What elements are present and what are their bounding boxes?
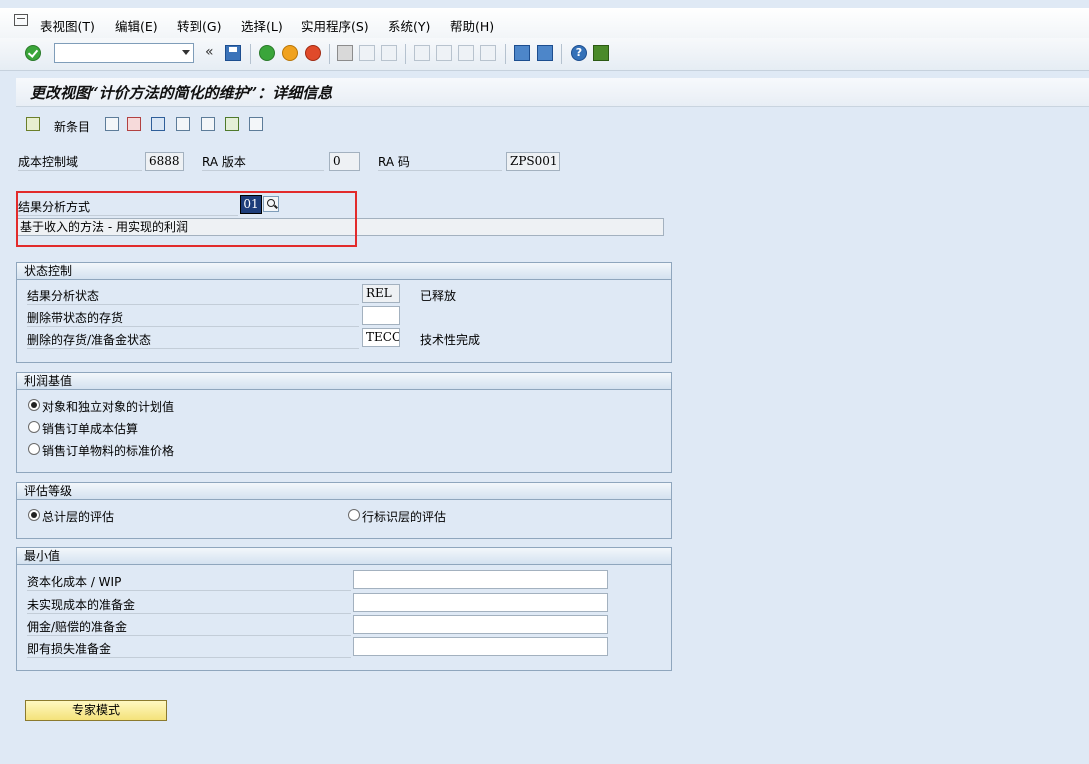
- highlight-box: [16, 191, 357, 247]
- chevron-down-icon[interactable]: [182, 50, 190, 55]
- ra-version-label: RA 版本: [202, 153, 324, 171]
- menu-utilities[interactable]: 实用程序(S): [301, 16, 369, 35]
- page-title: 更改视图“计价方法的简化的维护”：详细信息: [30, 84, 333, 102]
- standard-price-label: 销售订单物料的标准价格: [42, 444, 175, 458]
- menu-table-view[interactable]: 表视图(T): [40, 16, 95, 35]
- content-area: 成本控制域 6888 RA 版本 0 RA 码 ZPS001 结果分析方式 01…: [16, 140, 1089, 764]
- last-page-icon[interactable]: [480, 45, 496, 61]
- ra-version-field: 0: [329, 152, 360, 171]
- toolbar-separator: [329, 44, 330, 64]
- plan-values-label: 对象和独立对象的计划值: [42, 400, 175, 414]
- menu-edit[interactable]: 编辑(E): [115, 16, 158, 35]
- profit-basis-group: 利润基值 对象和独立对象的计划值 销售订单成本估算 销售订单物料的标准价格: [16, 372, 672, 473]
- previous-page-icon[interactable]: [436, 45, 452, 61]
- commission-reserve-input[interactable]: [353, 615, 608, 634]
- previous-entry-icon[interactable]: [176, 117, 190, 131]
- toolbar-separator: [505, 44, 506, 64]
- capitalized-cost-label: 资本化成本 / WIP: [27, 573, 351, 591]
- status-control-group: 状态控制 结果分析状态 REL 已释放 删除带状态的存货 删除的存货/准备金状态…: [16, 262, 672, 363]
- new-session-icon[interactable]: [514, 45, 530, 61]
- radio-plan-values[interactable]: [28, 399, 40, 411]
- valuation-level-title: 评估等级: [17, 483, 671, 500]
- select-all-icon[interactable]: [225, 117, 239, 131]
- title-bar: 更改视图“计价方法的简化的维护”：详细信息: [16, 78, 1089, 107]
- delete-inventory-label: 删除带状态的存货: [27, 309, 359, 327]
- choose-icon[interactable]: [249, 117, 263, 131]
- application-toolbar: 新条目: [16, 112, 1089, 138]
- deleted-reserve-field[interactable]: TECO: [362, 328, 400, 347]
- menu-icon[interactable]: [14, 14, 28, 26]
- toolbar-separator: [250, 44, 251, 64]
- ra-status-field[interactable]: REL: [362, 284, 400, 303]
- print-icon[interactable]: [337, 45, 353, 61]
- valuation-level-group: 评估等级 总计层的评估 行标识层的评估: [16, 482, 672, 539]
- find-icon[interactable]: [359, 45, 375, 61]
- new-entries-button[interactable]: 新条目: [54, 118, 90, 135]
- radio-total-level[interactable]: [28, 509, 40, 521]
- ra-key-field: ZPS001: [506, 152, 560, 171]
- first-page-icon[interactable]: [414, 45, 430, 61]
- help-icon[interactable]: ?: [571, 45, 587, 61]
- display-change-icon[interactable]: [26, 117, 40, 131]
- ra-key-label: RA 码: [378, 153, 502, 171]
- unrealized-cost-input[interactable]: [353, 593, 608, 612]
- minimum-values-group: 最小值 资本化成本 / WIP 未实现成本的准备金 佣金/赔偿的准备金 即有损失…: [16, 547, 672, 671]
- layout-icon[interactable]: [593, 45, 609, 61]
- ra-status-label: 结果分析状态: [27, 287, 359, 305]
- back-icon[interactable]: [259, 45, 275, 61]
- profit-basis-title: 利润基值: [17, 373, 671, 390]
- line-id-level-label: 行标识层的评估: [362, 510, 447, 524]
- undo-icon[interactable]: [151, 117, 165, 131]
- radio-standard-price[interactable]: [28, 443, 40, 455]
- menu-system[interactable]: 系统(Y): [388, 16, 430, 35]
- shortcut-icon[interactable]: [537, 45, 553, 61]
- collapse-command-icon[interactable]: «: [205, 44, 214, 60]
- menu-help[interactable]: 帮助(H): [450, 16, 494, 35]
- status-control-title: 状态控制: [17, 263, 671, 280]
- menu-goto[interactable]: 转到(G): [177, 16, 221, 35]
- standard-toolbar: « ?: [0, 38, 1089, 71]
- total-level-label: 总计层的评估: [42, 510, 115, 524]
- delete-inventory-field[interactable]: [362, 306, 400, 325]
- unrealized-cost-label: 未实现成本的准备金: [27, 596, 351, 614]
- radio-sales-order-estimate[interactable]: [28, 421, 40, 433]
- save-icon[interactable]: [225, 45, 241, 61]
- next-page-icon[interactable]: [458, 45, 474, 61]
- commission-reserve-label: 佣金/赔偿的准备金: [27, 618, 351, 636]
- loss-reserve-input[interactable]: [353, 637, 608, 656]
- menu-bar: 表视图(T) 编辑(E) 转到(G) 选择(L) 实用程序(S) 系统(Y) 帮…: [0, 8, 1089, 38]
- sales-order-estimate-label: 销售订单成本估算: [42, 422, 139, 436]
- find-next-icon[interactable]: [381, 45, 397, 61]
- copy-icon[interactable]: [105, 117, 119, 131]
- expert-mode-button[interactable]: 专家模式: [25, 700, 167, 721]
- loss-reserve-label: 即有损失准备金: [27, 640, 351, 658]
- controlling-area-field: 6888: [145, 152, 184, 171]
- exit-icon[interactable]: [282, 45, 298, 61]
- minimum-values-title: 最小值: [17, 548, 671, 565]
- command-field[interactable]: [54, 43, 194, 63]
- capitalized-cost-input[interactable]: [353, 570, 608, 589]
- next-entry-icon[interactable]: [201, 117, 215, 131]
- toolbar-separator: [405, 44, 406, 64]
- controlling-area-label: 成本控制域: [18, 153, 142, 171]
- deleted-reserve-label: 删除的存货/准备金状态: [27, 331, 359, 349]
- check-icon[interactable]: [25, 45, 41, 61]
- ra-status-text: 已释放: [420, 289, 457, 303]
- cancel-icon[interactable]: [305, 45, 321, 61]
- deleted-reserve-text: 技术性完成: [420, 333, 481, 347]
- toolbar-separator: [561, 44, 562, 64]
- menu-selection[interactable]: 选择(L): [241, 16, 283, 35]
- delete-icon[interactable]: [127, 117, 141, 131]
- radio-line-id-level[interactable]: [348, 509, 360, 521]
